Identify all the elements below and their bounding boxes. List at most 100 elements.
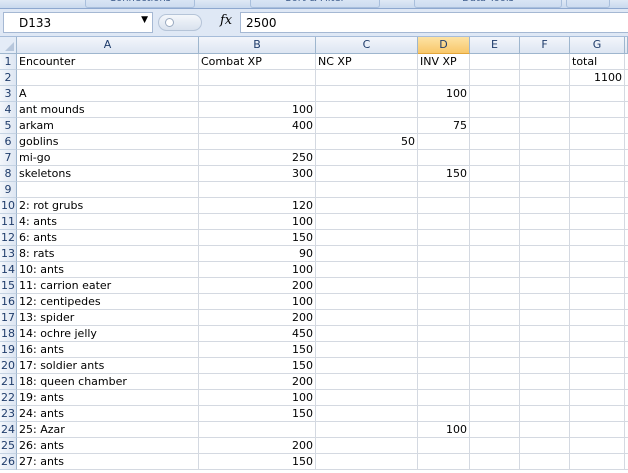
- cell-b19[interactable]: 150: [199, 342, 316, 358]
- cell-g9[interactable]: [570, 182, 625, 198]
- row-header-17[interactable]: 17: [0, 310, 17, 326]
- cell-a4[interactable]: ant mounds: [17, 102, 199, 118]
- cell-g26[interactable]: [570, 454, 625, 470]
- cell-b4[interactable]: 100: [199, 102, 316, 118]
- cell-f5[interactable]: [520, 118, 570, 134]
- row-header-16[interactable]: 16: [0, 294, 17, 310]
- cell-a11[interactable]: 4: ants: [17, 214, 199, 230]
- cell-c5[interactable]: [316, 118, 418, 134]
- cell-d9[interactable]: [418, 182, 470, 198]
- cell-c2[interactable]: [316, 70, 418, 86]
- cell-a13[interactable]: 8: rats: [17, 246, 199, 262]
- cell-c4[interactable]: [316, 102, 418, 118]
- cell-f3[interactable]: [520, 86, 570, 102]
- cell-f13[interactable]: [520, 246, 570, 262]
- row-header-8[interactable]: 8: [0, 166, 17, 182]
- row-header-1[interactable]: 1: [0, 54, 17, 70]
- cell-g3[interactable]: [570, 86, 625, 102]
- cell-d10[interactable]: [418, 198, 470, 214]
- row-header-7[interactable]: 7: [0, 150, 17, 166]
- cell-e11[interactable]: [470, 214, 520, 230]
- cell-a14[interactable]: 10: ants: [17, 262, 199, 278]
- cell-g25[interactable]: [570, 438, 625, 454]
- cell-e7[interactable]: [470, 150, 520, 166]
- row-header-24[interactable]: 24: [0, 422, 17, 438]
- cell-e8[interactable]: [470, 166, 520, 182]
- cell-a16[interactable]: 12: centipedes: [17, 294, 199, 310]
- cell-g19[interactable]: [570, 342, 625, 358]
- cell-d11[interactable]: [418, 214, 470, 230]
- cell-f1[interactable]: [520, 54, 570, 70]
- cell-c22[interactable]: [316, 390, 418, 406]
- cell-e19[interactable]: [470, 342, 520, 358]
- cell-e3[interactable]: [470, 86, 520, 102]
- cell-d17[interactable]: [418, 310, 470, 326]
- cell-b9[interactable]: [199, 182, 316, 198]
- row-header-21[interactable]: 21: [0, 374, 17, 390]
- cell-g2[interactable]: 1100: [570, 70, 625, 86]
- cell-e5[interactable]: [470, 118, 520, 134]
- cell-g13[interactable]: [570, 246, 625, 262]
- cell-f12[interactable]: [520, 230, 570, 246]
- row-header-19[interactable]: 19: [0, 342, 17, 358]
- insert-function-button[interactable]: fx: [220, 13, 232, 28]
- row-header-2[interactable]: 2: [0, 70, 17, 86]
- cell-b16[interactable]: 100: [199, 294, 316, 310]
- cell-b7[interactable]: 250: [199, 150, 316, 166]
- cell-g7[interactable]: [570, 150, 625, 166]
- cell-g12[interactable]: [570, 230, 625, 246]
- row-header-15[interactable]: 15: [0, 278, 17, 294]
- row-header-26[interactable]: 26: [0, 454, 17, 470]
- cell-b2[interactable]: [199, 70, 316, 86]
- cell-e6[interactable]: [470, 134, 520, 150]
- cell-d12[interactable]: [418, 230, 470, 246]
- ribbon-group-connections[interactable]: Connections: [85, 0, 195, 8]
- cell-b26[interactable]: 150: [199, 454, 316, 470]
- cell-e26[interactable]: [470, 454, 520, 470]
- cell-c7[interactable]: [316, 150, 418, 166]
- cell-g24[interactable]: [570, 422, 625, 438]
- row-header-4[interactable]: 4: [0, 102, 17, 118]
- cell-a3[interactable]: A: [17, 86, 199, 102]
- row-header-3[interactable]: 3: [0, 86, 17, 102]
- cell-f10[interactable]: [520, 198, 570, 214]
- cell-f22[interactable]: [520, 390, 570, 406]
- cell-d26[interactable]: [418, 454, 470, 470]
- cell-c14[interactable]: [316, 262, 418, 278]
- cell-a12[interactable]: 6: ants: [17, 230, 199, 246]
- cell-e4[interactable]: [470, 102, 520, 118]
- cell-d16[interactable]: [418, 294, 470, 310]
- row-header-10[interactable]: 10: [0, 198, 17, 214]
- row-header-20[interactable]: 20: [0, 358, 17, 374]
- cell-c6[interactable]: 50: [316, 134, 418, 150]
- cell-b23[interactable]: 150: [199, 406, 316, 422]
- cell-a2[interactable]: [17, 70, 199, 86]
- column-header-d[interactable]: D: [418, 37, 470, 54]
- cell-c24[interactable]: [316, 422, 418, 438]
- cell-a25[interactable]: 26: ants: [17, 438, 199, 454]
- cell-d7[interactable]: [418, 150, 470, 166]
- spreadsheet-grid[interactable]: A B C D E F G 1 Encounter Combat XP NC XP INV XP tot…: [0, 37, 628, 473]
- cell-a17[interactable]: 13: spider: [17, 310, 199, 326]
- cell-f9[interactable]: [520, 182, 570, 198]
- cell-b12[interactable]: 150: [199, 230, 316, 246]
- chevron-down-icon[interactable]: ▼: [141, 15, 148, 25]
- cell-b13[interactable]: 90: [199, 246, 316, 262]
- formula-input[interactable]: 2500: [240, 12, 628, 33]
- cell-d3[interactable]: 100: [418, 86, 470, 102]
- cell-g6[interactable]: [570, 134, 625, 150]
- cell-e17[interactable]: [470, 310, 520, 326]
- cell-g20[interactable]: [570, 358, 625, 374]
- cell-g5[interactable]: [570, 118, 625, 134]
- cell-d25[interactable]: [418, 438, 470, 454]
- cell-c10[interactable]: [316, 198, 418, 214]
- cell-c16[interactable]: [316, 294, 418, 310]
- cell-f16[interactable]: [520, 294, 570, 310]
- row-header-12[interactable]: 12: [0, 230, 17, 246]
- ribbon-group-sort-filter[interactable]: Sort & Filter: [250, 0, 380, 8]
- row-header-14[interactable]: 14: [0, 262, 17, 278]
- cell-e14[interactable]: [470, 262, 520, 278]
- row-header-18[interactable]: 18: [0, 326, 17, 342]
- cell-g16[interactable]: [570, 294, 625, 310]
- cell-g10[interactable]: [570, 198, 625, 214]
